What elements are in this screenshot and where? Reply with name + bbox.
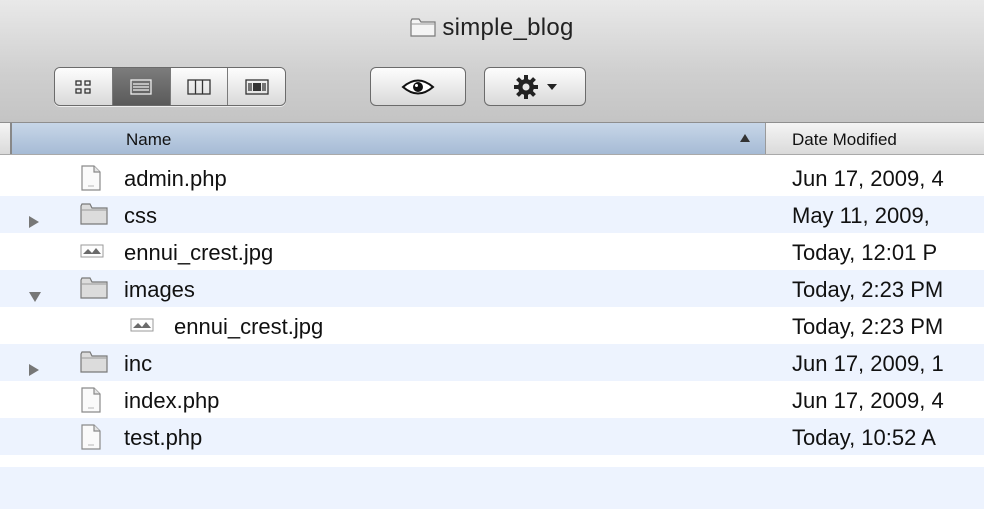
column-view-button[interactable] [170, 68, 229, 105]
file-name: css [124, 203, 157, 228]
file-name: images [124, 277, 195, 302]
file-row[interactable]: ennui_crest.jpg Today, 12:01 P [0, 233, 984, 270]
eye-icon [401, 79, 435, 94]
file-date-modified: Today, 2:23 PM [792, 277, 944, 302]
file-row[interactable]: index.php Jun 17, 2009, 4 [0, 381, 984, 418]
file-row[interactable]: images Today, 2:23 PM [0, 270, 984, 307]
folder-icon [80, 350, 108, 380]
document-icon [80, 165, 102, 197]
column-header-row: Name Date Modified [0, 123, 984, 155]
file-row[interactable]: css May 11, 2009, [0, 196, 984, 233]
file-date-modified: May 11, 2009, [792, 203, 930, 228]
grid-icon [75, 79, 92, 94]
file-date-modified: Jun 17, 2009, 1 [792, 351, 944, 376]
file-row[interactable]: inc Jun 17, 2009, 1 [0, 344, 984, 381]
document-icon [80, 424, 102, 456]
disclosure-collapsed-icon[interactable] [28, 209, 40, 235]
date-column-label: Date Modified [792, 130, 897, 149]
quick-look-button[interactable] [370, 67, 466, 106]
action-menu-button[interactable] [484, 67, 586, 106]
window-title-text: simple_blog [442, 14, 574, 41]
image-icon [80, 239, 104, 267]
file-date-modified: Jun 17, 2009, 4 [792, 388, 944, 413]
file-row[interactable]: ennui_crest.jpg Today, 2:23 PM [0, 307, 984, 344]
list-view-button[interactable] [112, 68, 171, 105]
document-icon [80, 387, 102, 419]
file-date-modified: Today, 12:01 P [792, 240, 938, 265]
gear-icon [514, 74, 538, 99]
folder-icon [80, 276, 108, 306]
view-mode-control[interactable] [54, 67, 286, 106]
file-date-modified: Jun 17, 2009, 4 [792, 166, 944, 191]
file-name: ennui_crest.jpg [124, 240, 274, 265]
disclosure-expanded-icon[interactable] [28, 283, 42, 309]
file-list: admin.php Jun 17, 2009, 4 css May 11, 2009,… [0, 159, 984, 455]
image-icon [130, 313, 154, 341]
file-name: ennui_crest.jpg [174, 314, 324, 339]
sort-up-icon [740, 134, 750, 142]
folder-icon [80, 202, 108, 232]
coverflow-icon [244, 78, 269, 95]
date-modified-column-header[interactable]: Date Modified [792, 130, 897, 150]
file-name: test.php [124, 425, 203, 450]
file-name: index.php [124, 388, 220, 413]
icon-view-button[interactable] [55, 68, 113, 105]
name-column-label: Name [126, 130, 172, 149]
empty-row [0, 467, 984, 509]
window-title: simple_blog [0, 14, 984, 44]
file-date-modified: Today, 2:23 PM [792, 314, 944, 339]
disclosure-collapsed-icon[interactable] [28, 357, 40, 383]
name-column-header[interactable]: Name [10, 123, 766, 154]
file-name: admin.php [124, 166, 227, 191]
window-toolbar: simple_blog [0, 0, 984, 123]
list-icon [130, 78, 152, 95]
file-row[interactable]: test.php Today, 10:52 A [0, 418, 984, 455]
columns-icon [187, 78, 211, 95]
coverflow-view-button[interactable] [228, 68, 285, 105]
file-name: inc [124, 351, 153, 376]
file-date-modified: Today, 10:52 A [792, 425, 936, 450]
file-row[interactable]: admin.php Jun 17, 2009, 4 [0, 159, 984, 196]
folder-icon [410, 16, 436, 44]
chevron-down-icon [547, 83, 557, 90]
